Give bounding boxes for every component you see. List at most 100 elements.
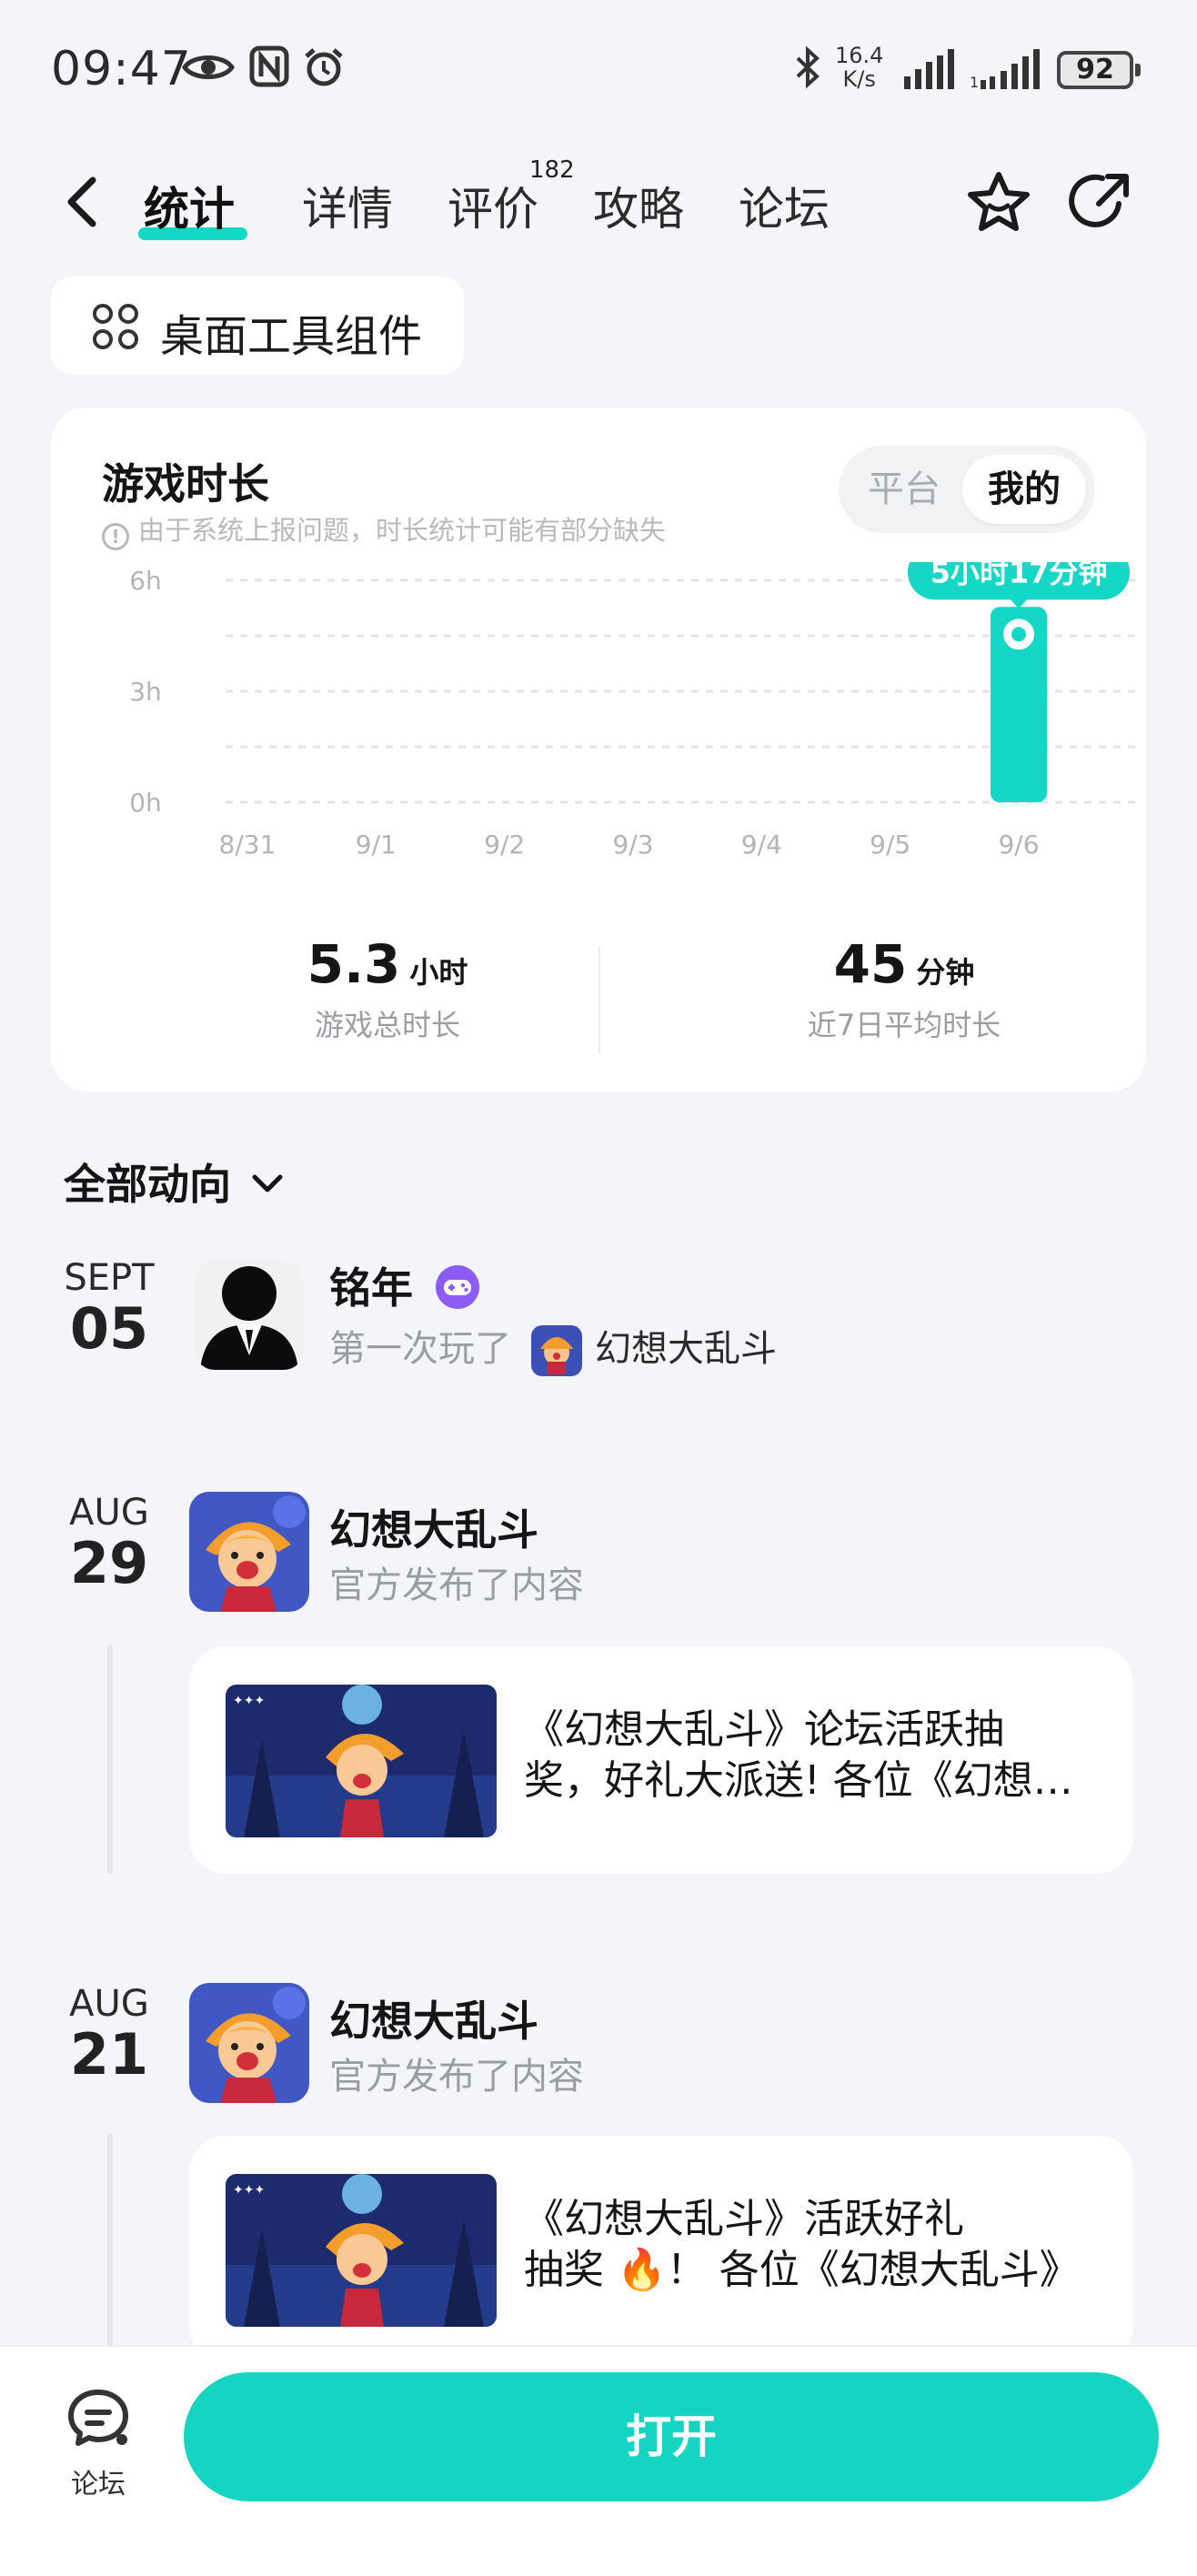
post-title-line1: 《幻想大乱斗》活跃好礼 [524, 2196, 964, 2242]
nfc-icon [249, 45, 289, 87]
feed-user-name-text: 铭年 [329, 1263, 413, 1313]
value-callout-label: 5小时17分钟 [930, 562, 1108, 589]
tab-guides[interactable]: 攻略 [593, 173, 684, 238]
feed-action-text: 第一次玩了 [329, 1328, 511, 1370]
post-title: 《幻想大乱斗》论坛活跃抽 奖，好礼大派送! 各位《幻想大乱斗》 [524, 1705, 1097, 1806]
feed-date-day: 21 [69, 2021, 149, 2088]
user-avatar[interactable] [195, 1261, 304, 1370]
total-playtime-label: 游戏总时长 [314, 1008, 460, 1042]
info-icon: ! [102, 523, 129, 550]
x-tick-label: 9/2 [484, 830, 525, 860]
gamepad-badge-icon [436, 1265, 480, 1309]
stat-divider [598, 946, 600, 1053]
svg-text:1: 1 [970, 74, 979, 91]
review-count-badge: 182 [529, 156, 575, 184]
chevron-down-icon [252, 1174, 283, 1192]
net-speed: 16.4 K/s [835, 44, 883, 91]
feed-date-day: 05 [69, 1295, 149, 1362]
post-title-line2: 抽奖 🔥！ 各位《幻想大乱斗》 [524, 2247, 1080, 2293]
open-game-button[interactable]: 打开 [184, 2372, 1159, 2501]
x-tick-label: 9/4 [741, 830, 782, 860]
net-speed-unit: K/s [842, 66, 876, 92]
avg-playtime-stat: 45 分钟 近7日平均时长 [677, 933, 1132, 1044]
total-playtime-unit: 小时 [409, 955, 468, 990]
game-app-icon[interactable] [189, 1492, 309, 1612]
total-playtime-value: 5.3 [307, 933, 401, 995]
playtime-chart: 6h 3h 0h 8/31 9/1 9/2 9/3 9/4 9/5 9/6 5小时17分钟 [129, 562, 1139, 860]
x-tick-label: 8/31 [219, 830, 277, 860]
feed-date-month: AUG [69, 1492, 149, 1534]
x-tick-label: 9/5 [870, 830, 910, 860]
game-character-image [189, 1492, 309, 1612]
post-card[interactable]: ✦✦✦ 《幻想大乱斗》论坛活跃抽 奖，好礼大派送! 各位《幻想大乱斗》 [189, 1646, 1133, 1874]
bluetooth-icon [796, 45, 820, 89]
avatar-suit-image [195, 1261, 304, 1370]
y-tick-label: 0h [129, 788, 162, 818]
back-arrow-icon[interactable] [60, 175, 106, 229]
forum-chat-icon [68, 2390, 128, 2446]
feed-game-link[interactable]: 幻想大乱斗 [595, 1328, 777, 1370]
feed-filter-label: 全部动向 [64, 1160, 231, 1209]
avg-playtime-unit: 分钟 [916, 955, 975, 990]
feed-filter-dropdown[interactable]: 全部动向 [64, 1152, 287, 1212]
post-title-line1: 《幻想大乱斗》论坛活跃抽 [524, 1706, 1004, 1753]
post-title-line2: 奖，好礼大派送! 各位《幻想大乱斗》 [524, 1757, 1097, 1804]
toggle-platform[interactable]: 平台 [857, 455, 951, 524]
playtime-note-text: 由于系统上报问题，时长统计可能有部分缺失 [138, 515, 667, 546]
toggle-mine[interactable]: 我的 [962, 455, 1086, 524]
svg-text:✦✦✦: ✦✦✦ [233, 2183, 265, 2198]
playtime-note: ! 由于系统上报问题，时长统计可能有部分缺失 [102, 509, 666, 550]
net-speed-value: 16.4 [835, 43, 884, 68]
game-mini-icon [531, 1325, 582, 1376]
feed-action: 官方发布了内容 [329, 1565, 584, 1606]
status-bar: 09:47 16.4 K/s 1 92 [0, 0, 1197, 136]
favorite-star-icon[interactable] [964, 167, 1033, 236]
bottom-action-bar: 论坛 打开 [0, 2345, 1197, 2576]
avg-playtime-label: 近7日平均时长 [807, 1008, 1001, 1042]
forum-shortcut[interactable]: 论坛 [51, 2383, 146, 2501]
feed-action: 第一次玩了 幻想大乱斗 [329, 1319, 777, 1376]
x-tick-label: 9/3 [612, 830, 653, 860]
feed-date-day: 29 [69, 1530, 149, 1596]
feed-date-month: AUG [69, 1983, 149, 2025]
x-tick-label: 9/1 [356, 830, 397, 860]
tab-forum[interactable]: 论坛 [739, 173, 830, 238]
feed-user-name[interactable]: 铭年 [329, 1255, 480, 1315]
grid-icon [93, 304, 138, 349]
y-tick-label: 6h [129, 566, 162, 596]
feed-game-name[interactable]: 幻想大乱斗 [329, 1497, 538, 1557]
feed-date-month: SEPT [64, 1257, 155, 1299]
desktop-widget-button[interactable]: 桌面工具组件 [51, 277, 464, 375]
share-icon[interactable] [1066, 167, 1135, 236]
alarm-icon [305, 48, 343, 86]
x-tick-label: 9/6 [998, 830, 1039, 860]
tab-reviews[interactable]: 评价 [448, 173, 538, 238]
battery-indicator: 92 [1057, 51, 1141, 89]
game-app-icon[interactable] [189, 1983, 309, 2103]
game-character-image [189, 1983, 309, 2103]
tab-stats[interactable]: 统计 [144, 173, 235, 238]
eye-icon [182, 55, 235, 79]
feed-game-name[interactable]: 幻想大乱斗 [329, 1988, 538, 2048]
post-thumbnail: ✦✦✦ [226, 1685, 497, 1837]
feed-date: AUG 21 [45, 1983, 173, 2085]
post-title: 《幻想大乱斗》活跃好礼 抽奖 🔥！ 各位《幻想大乱斗》 [524, 2194, 1097, 2296]
y-tick-label: 3h [129, 677, 162, 707]
svg-text:✦✦✦: ✦✦✦ [233, 1694, 265, 1708]
signal2-icon: 1 [970, 49, 1040, 91]
post-thumbnail: ✦✦✦ [226, 2174, 497, 2327]
bar-marker-dot [1011, 627, 1026, 642]
tab-details[interactable]: 详情 [302, 173, 393, 238]
timeline-line [107, 1645, 113, 1874]
widget-label: 桌面工具组件 [160, 311, 423, 362]
playtime-card: 游戏时长 ! 由于系统上报问题，时长统计可能有部分缺失 平台 我的 6h 3h 0h 8… [51, 408, 1146, 1092]
top-nav: 统计 详情 评价 182 攻略 论坛 [0, 146, 1197, 255]
feed-action: 官方发布了内容 [329, 2056, 584, 2098]
avg-playtime-value: 45 [833, 933, 908, 995]
source-toggle[interactable]: 平台 我的 [839, 446, 1095, 533]
timeline-line [107, 2134, 113, 2352]
forum-shortcut-label: 论坛 [71, 2469, 126, 2501]
post-card[interactable]: ✦✦✦ 《幻想大乱斗》活跃好礼 抽奖 🔥！ 各位《幻想大乱斗》 [189, 2136, 1133, 2363]
signal-icon [904, 49, 954, 89]
playtime-title: 游戏时长 [102, 459, 269, 508]
